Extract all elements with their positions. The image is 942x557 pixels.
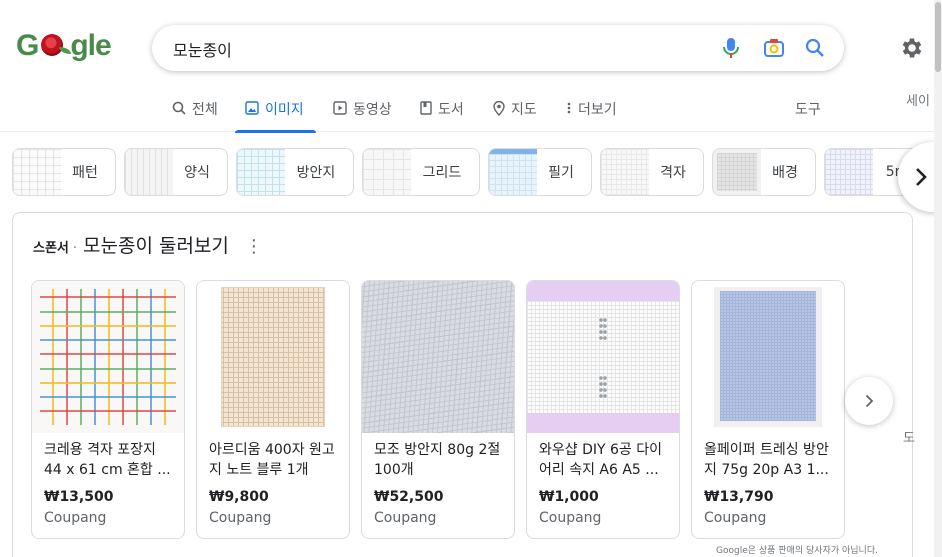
logo-letters: gle bbox=[70, 29, 111, 62]
tools-button[interactable]: 도구 bbox=[795, 99, 821, 132]
chevron-right-icon bbox=[916, 168, 927, 186]
product-name: 와우샵 DIY 6공 다이어리 속지 A6 A5 ... bbox=[539, 442, 662, 478]
product-store: Coupang bbox=[374, 510, 437, 526]
product-image bbox=[692, 281, 844, 433]
chip-thumbnail bbox=[713, 149, 761, 195]
microphone-icon[interactable] bbox=[719, 36, 743, 60]
location-pin-icon bbox=[493, 101, 505, 116]
product-name: 아르디움 400자 원고지 노트 블루 1개 bbox=[209, 442, 335, 478]
tab-more[interactable]: 더보기 bbox=[566, 99, 617, 132]
chip-lattice[interactable]: 격자 bbox=[600, 148, 704, 196]
camera-search-icon[interactable] bbox=[762, 36, 786, 60]
google-logo[interactable]: G gle bbox=[16, 28, 112, 64]
page-scrollbar[interactable] bbox=[934, 0, 942, 557]
product-image bbox=[527, 281, 679, 433]
tab-videos[interactable]: 동영상 bbox=[333, 99, 392, 132]
product-price: ₩9,800 bbox=[209, 489, 269, 505]
tab-maps[interactable]: 지도 bbox=[493, 99, 537, 132]
chip-thumbnail bbox=[363, 149, 411, 195]
product-card[interactable]: 아르디움 400자 원고지 노트 블루 1개 ₩9,800 Coupang bbox=[196, 280, 350, 539]
search-icon bbox=[172, 101, 186, 115]
product-store: Coupang bbox=[539, 510, 602, 526]
product-image bbox=[197, 281, 349, 433]
chip-thumbnail bbox=[601, 149, 649, 195]
side-text: 도 bbox=[903, 431, 915, 446]
more-vert-icon bbox=[567, 102, 571, 114]
search-box[interactable]: 모눈종이 bbox=[152, 25, 844, 71]
chip-pattern[interactable]: 패턴 bbox=[12, 148, 116, 196]
product-card[interactable]: 올페이퍼 트레싱 방안지 75g 20p A3 1... ₩13,790 Cou… bbox=[691, 280, 845, 539]
search-tabs: 전체 이미지 동영상 도서 지도 더보기 도구 bbox=[0, 90, 942, 133]
chip-thumbnail bbox=[237, 149, 285, 195]
chip-background[interactable]: 배경 bbox=[712, 148, 816, 196]
product-price: ₩13,500 bbox=[44, 489, 114, 505]
products-next-button[interactable] bbox=[845, 377, 893, 425]
logo-letter-g: G bbox=[16, 29, 39, 62]
settings-gear-icon[interactable] bbox=[899, 35, 925, 61]
chip-thumbnail bbox=[825, 149, 873, 195]
product-card[interactable]: 모조 방안지 80g 2절 100개 ₩52,500 Coupang bbox=[361, 280, 515, 539]
product-image bbox=[32, 281, 184, 433]
search-input[interactable]: 모눈종이 bbox=[173, 37, 232, 61]
sponsored-header: 스폰서 · 모눈종이 둘러보기 ⋮ bbox=[33, 231, 263, 258]
product-store: Coupang bbox=[209, 510, 272, 526]
product-name: 모조 방안지 80g 2절 100개 bbox=[374, 442, 501, 478]
product-card[interactable]: 크레용 격자 포장지 44 x 61 cm 혼합 ... ₩13,500 Cou… bbox=[31, 280, 185, 539]
sponsored-label: 스폰서 bbox=[33, 241, 69, 256]
tab-images[interactable]: 이미지 bbox=[235, 99, 316, 133]
tab-all[interactable]: 전체 bbox=[172, 99, 218, 132]
book-icon bbox=[420, 101, 432, 115]
chevron-right-icon bbox=[865, 394, 874, 408]
chip-thumbnail bbox=[125, 149, 173, 195]
more-options-icon[interactable]: ⋮ bbox=[245, 238, 263, 256]
safesearch-label[interactable]: 세이 bbox=[906, 90, 930, 109]
shopping-disclaimer: Google은 상품 판매의 당사자가 아닙니다. bbox=[716, 546, 878, 556]
chip-thumbnail bbox=[13, 149, 61, 195]
chip-form[interactable]: 양식 bbox=[124, 148, 228, 196]
search-icon[interactable] bbox=[803, 36, 827, 60]
chip-grid[interactable]: 그리드 bbox=[362, 148, 480, 196]
rose-doodle-icon bbox=[37, 31, 72, 61]
play-icon bbox=[333, 101, 347, 115]
tab-books[interactable]: 도서 bbox=[420, 99, 464, 132]
image-icon bbox=[245, 101, 259, 115]
product-card[interactable]: 와우샵 DIY 6공 다이어리 속지 A6 A5 ... ₩1,000 Coup… bbox=[526, 280, 680, 539]
chip-notes[interactable]: 필기 bbox=[488, 148, 592, 196]
chip-thumbnail bbox=[489, 149, 537, 195]
product-name: 올페이퍼 트레싱 방안지 75g 20p A3 1... bbox=[704, 442, 829, 478]
product-price: ₩52,500 bbox=[374, 489, 444, 505]
product-store: Coupang bbox=[704, 510, 767, 526]
sponsored-title: 모눈종이 둘러보기 bbox=[83, 235, 229, 257]
product-store: Coupang bbox=[44, 510, 107, 526]
product-price: ₩1,000 bbox=[539, 489, 599, 505]
product-name: 크레용 격자 포장지 44 x 61 cm 혼합 ... bbox=[44, 442, 171, 478]
chip-graph-paper[interactable]: 방안지 bbox=[236, 148, 354, 196]
product-price: ₩13,790 bbox=[704, 489, 774, 505]
product-image bbox=[362, 281, 514, 433]
scrollbar-thumb[interactable] bbox=[935, 2, 941, 72]
